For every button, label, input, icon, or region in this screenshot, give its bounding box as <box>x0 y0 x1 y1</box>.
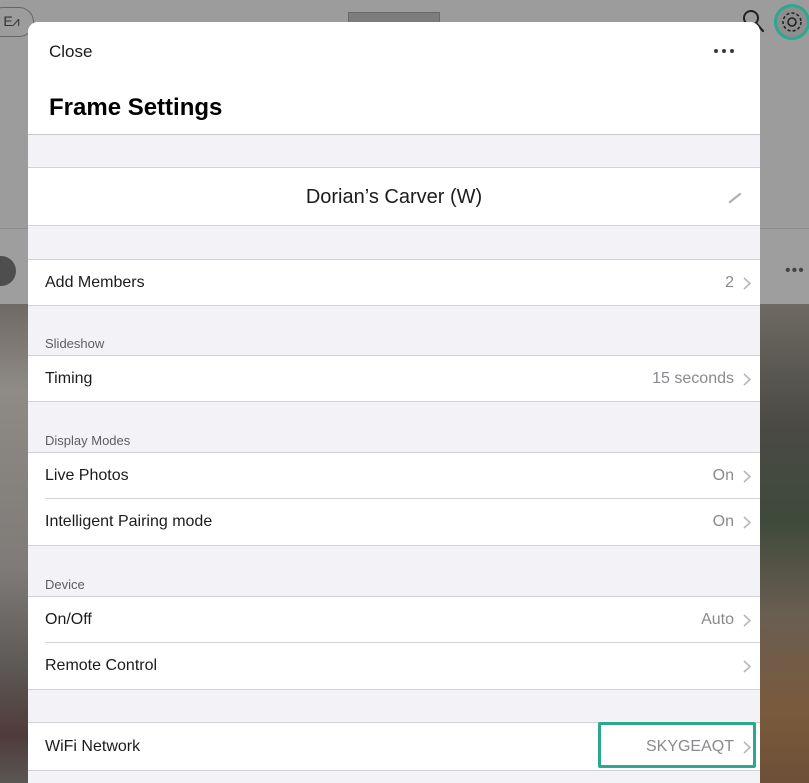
row-label: Live Photos <box>45 467 129 484</box>
row-label: Remote Control <box>45 657 158 674</box>
frame-name-row[interactable]: Dorian’s Carver (W) <box>28 167 760 226</box>
frame-settings-sheet: Close Frame Settings Dorian’s Carver (W)… <box>28 22 760 783</box>
chevron-right-icon <box>743 516 751 529</box>
live-photos-value: On <box>712 467 734 484</box>
gear-icon[interactable] <box>774 4 809 40</box>
remote-control-row[interactable]: Remote Control <box>28 643 760 690</box>
wifi-network-row[interactable]: WiFi Network SKYGEAQT <box>28 722 760 771</box>
close-button[interactable]: Close <box>49 42 92 62</box>
more-icon: ••• <box>785 262 805 279</box>
background-photo <box>0 304 28 783</box>
page-title: Frame Settings <box>49 94 223 121</box>
chevron-right-icon <box>743 741 751 754</box>
row-label: On/Off <box>45 611 92 628</box>
chevron-right-icon <box>743 614 751 627</box>
section-header-slideshow: Slideshow <box>45 336 105 351</box>
wifi-network-value: SKYGEAQT <box>645 738 734 755</box>
section-header-device: Device <box>45 577 85 592</box>
chevron-right-icon <box>743 373 751 386</box>
frame-name-text: Dorian’s Carver (W) <box>305 186 483 208</box>
on-off-value: Auto <box>701 611 734 628</box>
pairing-value: On <box>712 513 734 530</box>
members-count: 2 <box>725 274 734 291</box>
timing-value: 15 seconds <box>652 370 734 387</box>
row-label: Intelligent Pairing mode <box>45 513 213 530</box>
intelligent-pairing-row[interactable]: Intelligent Pairing mode On <box>28 499 760 546</box>
chevron-right-icon <box>743 277 751 290</box>
chevron-right-icon <box>743 660 751 673</box>
sheet-header: Close Frame Settings <box>28 22 760 135</box>
row-label: Add Members <box>45 274 145 291</box>
row-label: WiFi Network <box>45 738 141 755</box>
row-label: Timing <box>45 370 93 387</box>
more-icon <box>714 49 718 53</box>
section-header-display-modes: Display Modes <box>45 433 131 448</box>
timing-row[interactable]: Timing 15 seconds <box>28 355 760 402</box>
on-off-row[interactable]: On/Off Auto <box>28 596 760 643</box>
live-photos-row[interactable]: Live Photos On <box>28 452 760 499</box>
more-options-button[interactable] <box>713 40 737 60</box>
add-members-row[interactable]: Add Members 2 <box>28 259 760 306</box>
chevron-right-icon <box>743 470 751 483</box>
background-photo <box>760 304 809 783</box>
pencil-icon[interactable] <box>728 192 744 204</box>
